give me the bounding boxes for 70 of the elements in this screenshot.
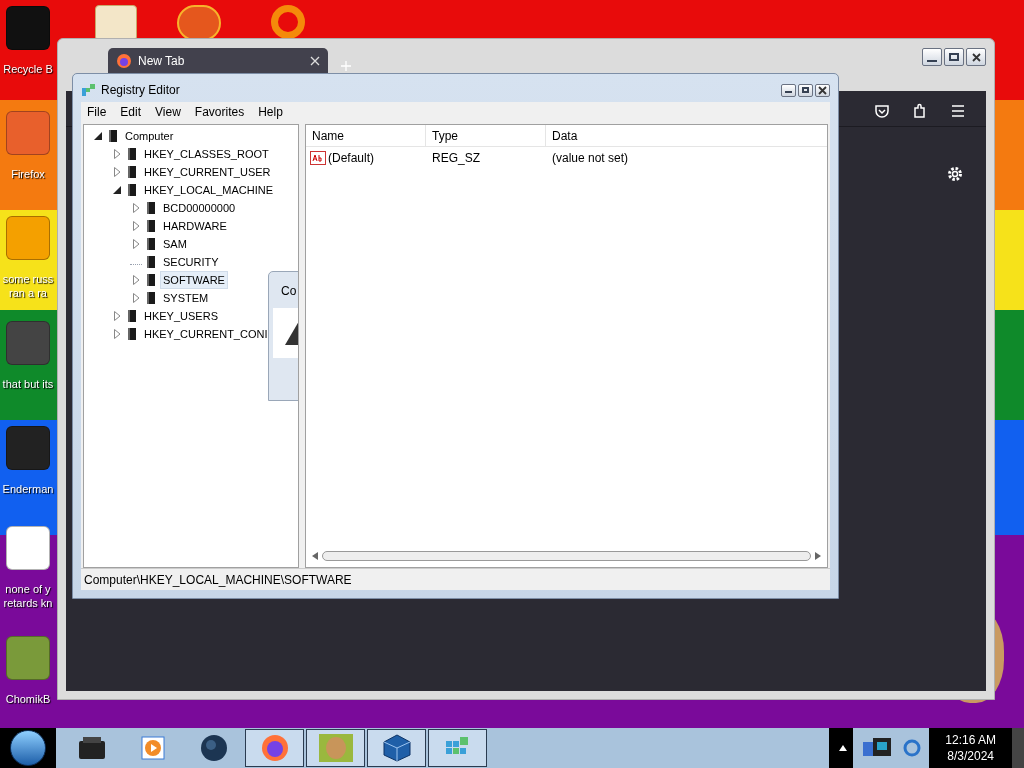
tree-item[interactable]: HARDWARE	[160, 216, 230, 236]
menu-item[interactable]: File	[87, 103, 107, 121]
desktop-icon-label[interactable]: Recycle B	[3, 62, 53, 76]
cube-icon	[381, 733, 412, 763]
tree-item[interactable]: HKEY_CLASSES_ROOT	[141, 144, 272, 164]
column-header[interactable]: Name	[306, 125, 426, 146]
collapsed-arrow-icon[interactable]	[111, 148, 123, 160]
menu-item[interactable]: View	[155, 103, 181, 121]
collapsed-arrow-icon[interactable]	[130, 238, 142, 250]
expanded-arrow-icon[interactable]	[111, 184, 123, 196]
close-icon	[818, 85, 827, 95]
collapsed-arrow-icon[interactable]	[111, 328, 123, 340]
desktop-icon-label[interactable]: none of y retards kn	[0, 582, 56, 610]
close-icon[interactable]	[310, 55, 320, 66]
status-bar: Computer\HKEY_LOCAL_MACHINE\SOFTWARE	[81, 568, 830, 590]
close-icon	[971, 52, 981, 62]
menu-icon[interactable]	[950, 103, 966, 118]
value-data: (value not set)	[551, 150, 630, 167]
tree-item[interactable]: HKEY_USERS	[141, 306, 221, 326]
tree-item[interactable]: HKEY_CURRENT_CONI	[141, 324, 271, 344]
desktop-app-icon[interactable]	[6, 526, 50, 570]
collapsed-arrow-icon[interactable]	[130, 292, 142, 304]
close-button[interactable]	[966, 48, 986, 66]
browser-tab[interactable]: New Tab	[108, 48, 328, 73]
collapsed-arrow-icon[interactable]	[111, 310, 123, 322]
collapsed-arrow-icon[interactable]	[130, 274, 142, 286]
start-button[interactable]	[10, 730, 46, 766]
window-title: Registry Editor	[101, 82, 180, 99]
media-player-icon	[140, 736, 165, 760]
value-type: REG_SZ	[431, 150, 481, 167]
tree-item[interactable]: BCD00000000	[160, 198, 239, 218]
minimize-button[interactable]	[781, 83, 796, 97]
desktop-icon-label[interactable]: Enderman	[2, 482, 54, 496]
collapsed-arrow-icon[interactable]	[130, 202, 142, 214]
scroll-right-icon[interactable]	[815, 552, 821, 560]
taskbar-button[interactable]	[306, 729, 365, 767]
expanded-arrow-icon[interactable]	[92, 130, 104, 142]
taskbar-button[interactable]	[367, 729, 426, 767]
registry-icon	[81, 82, 97, 98]
desktop-icon-label[interactable]: ChomikB	[5, 692, 51, 706]
tree-item[interactable]: Computer	[122, 126, 177, 146]
column-header[interactable]: Type	[426, 125, 546, 146]
value-name[interactable]: (Default)	[328, 149, 374, 167]
horizontal-scrollbar[interactable]	[312, 549, 821, 563]
tree-item[interactable]: SAM	[160, 234, 190, 254]
menu-item[interactable]: Favorites	[194, 103, 245, 121]
desktop-icon-label[interactable]: that but its	[2, 377, 54, 391]
scroll-left-icon[interactable]	[312, 552, 318, 560]
column-header[interactable]: Data	[546, 125, 827, 146]
tree-item[interactable]: SOFTWARE	[160, 270, 228, 290]
pocket-icon[interactable]	[874, 102, 890, 119]
settings-icon[interactable]	[946, 165, 964, 183]
tree-item[interactable]: SECURITY	[160, 252, 222, 272]
collapsed-arrow-icon[interactable]	[130, 220, 142, 232]
menu-item[interactable]: Help	[258, 103, 283, 121]
string-value-icon	[310, 151, 326, 165]
show-hidden-icons-icon[interactable]	[839, 745, 848, 751]
maximize-button[interactable]	[798, 83, 813, 97]
taskbar-button[interactable]	[245, 729, 304, 767]
minimize-button[interactable]	[922, 48, 942, 66]
maximize-button[interactable]	[944, 48, 964, 66]
puzzle-piece-icon[interactable]	[912, 102, 928, 119]
menu-item[interactable]: Edit	[120, 103, 142, 121]
collapsed-arrow-icon[interactable]	[111, 166, 123, 178]
tree-item[interactable]: HKEY_LOCAL_MACHINE	[141, 180, 276, 200]
tree-item[interactable]: HKEY_CURRENT_USER	[141, 162, 274, 182]
taskbar-button[interactable]	[428, 729, 487, 767]
dialog-title: Co	[281, 283, 298, 300]
tree-item[interactable]: SYSTEM	[160, 288, 212, 308]
close-button[interactable]	[815, 83, 830, 97]
